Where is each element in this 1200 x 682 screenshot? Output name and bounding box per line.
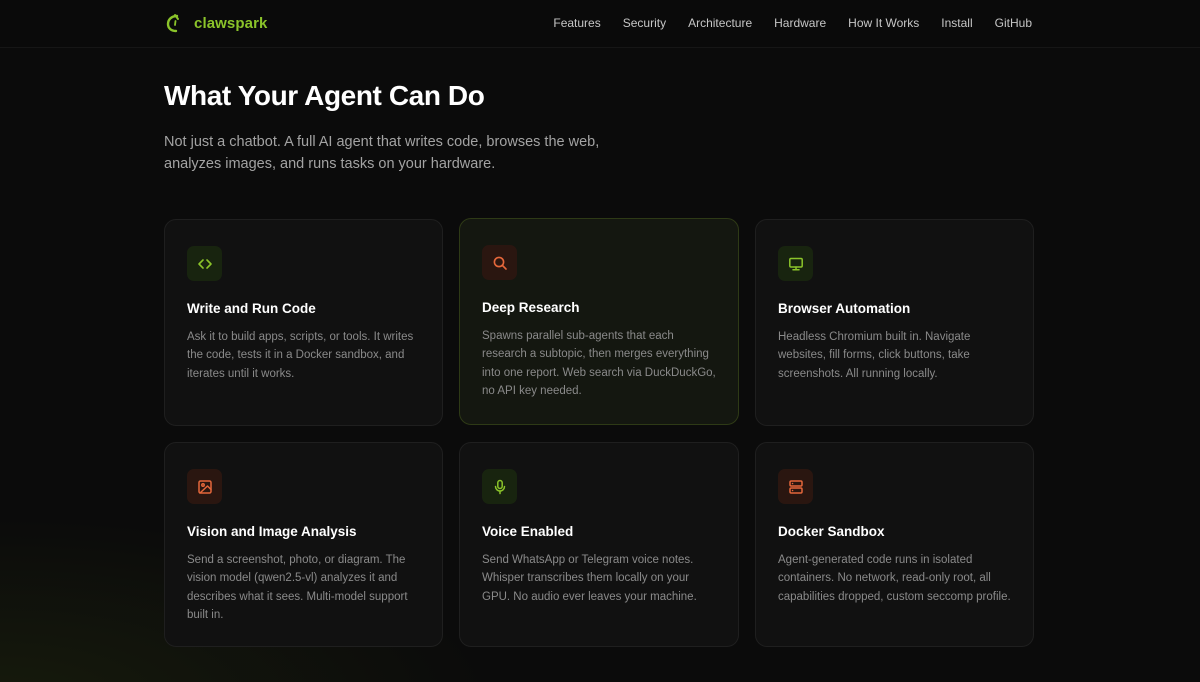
brand-logo[interactable]: clawspark (166, 12, 267, 34)
section-title: What Your Agent Can Do (164, 80, 485, 111)
claw-logo-icon (166, 12, 184, 34)
brand-name: clawspark (194, 14, 268, 32)
feature-title: Deep Research (482, 300, 580, 315)
feature-title: Write and Run Code (187, 301, 316, 316)
feature-title: Docker Sandbox (778, 524, 885, 539)
feature-title: Browser Automation (778, 301, 911, 316)
feature-card-research: Deep Research Spawns parallel sub-agents… (459, 218, 739, 425)
monitor-icon (778, 246, 813, 281)
section-subtitle: Not just a chatbot. A full AI agent that… (164, 134, 600, 172)
feature-card-code: Write and Run Code Ask it to build apps,… (164, 219, 443, 426)
feature-title: Voice Enabled (482, 524, 574, 539)
nav-link-install[interactable]: Install (941, 16, 972, 30)
feature-card-docker: Docker Sandbox Agent-generated code runs… (755, 442, 1034, 647)
nav-links: Features Security Architecture Hardware … (553, 16, 1032, 30)
image-icon (187, 469, 222, 504)
feature-card-voice: Voice Enabled Send WhatsApp or Telegram … (459, 442, 739, 647)
nav-link-security[interactable]: Security (623, 16, 666, 30)
feature-description: Ask it to build apps, scripts, or tools.… (187, 331, 414, 380)
top-nav: clawspark Features Security Architecture… (0, 0, 1200, 48)
nav-link-architecture[interactable]: Architecture (688, 16, 752, 30)
feature-card-browser: Browser Automation Headless Chromium bui… (755, 219, 1034, 426)
features-grid: Write and Run Code Ask it to build apps,… (164, 218, 1034, 647)
feature-card-vision: Vision and Image Analysis Send a screens… (164, 442, 443, 647)
feature-description: Spawns parallel sub-agents that each res… (482, 330, 716, 397)
nav-link-how-it-works[interactable]: How It Works (848, 16, 919, 30)
feature-title: Vision and Image Analysis (187, 524, 357, 539)
feature-description: Agent-generated code runs in isolated co… (778, 554, 1011, 603)
feature-description: Send WhatsApp or Telegram voice notes. W… (482, 554, 697, 603)
nav-link-hardware[interactable]: Hardware (774, 16, 826, 30)
search-icon (482, 245, 517, 280)
feature-description: Send a screenshot, photo, or diagram. Th… (187, 554, 408, 621)
microphone-icon (482, 469, 517, 504)
code-icon (187, 246, 222, 281)
feature-description: Headless Chromium built in. Navigate web… (778, 331, 971, 380)
server-icon (778, 469, 813, 504)
nav-link-features[interactable]: Features (553, 16, 600, 30)
nav-link-github[interactable]: GitHub (995, 16, 1032, 30)
